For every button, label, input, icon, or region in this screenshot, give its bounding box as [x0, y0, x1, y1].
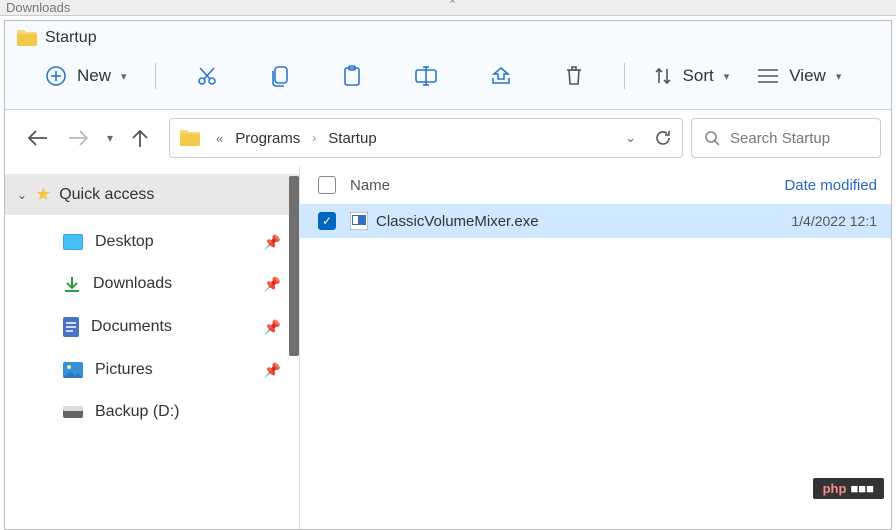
delete-button[interactable] — [554, 59, 594, 93]
file-checkbox[interactable]: ✓ — [318, 212, 336, 230]
sort-icon — [653, 66, 673, 86]
copy-icon — [270, 65, 290, 87]
plus-icon — [45, 65, 67, 87]
folder-icon — [17, 30, 37, 46]
share-icon — [490, 66, 512, 86]
sidebar: ⌄ ★ Quick access Desktop 📌 Downloads — [5, 166, 300, 529]
forward-button[interactable] — [67, 129, 89, 147]
document-icon — [63, 317, 79, 337]
pictures-icon — [63, 362, 83, 378]
scissors-icon — [196, 65, 218, 87]
sidebar-item-documents[interactable]: Documents 📌 — [5, 305, 299, 349]
column-name[interactable]: Name — [350, 177, 770, 194]
share-button[interactable] — [480, 60, 522, 92]
sort-button-label: Sort — [683, 66, 714, 86]
quick-access-label: Quick access — [59, 186, 154, 204]
copy-button[interactable] — [260, 59, 300, 93]
chevron-down-icon: ▾ — [724, 70, 730, 83]
pin-icon: 📌 — [264, 319, 281, 336]
sidebar-item-label: Desktop — [95, 233, 154, 251]
sidebar-item-backup[interactable]: Backup (D:) — [5, 391, 299, 433]
rename-button[interactable] — [404, 60, 448, 92]
watermark-rest: ■■■ — [850, 481, 874, 496]
desktop-icon — [63, 234, 83, 250]
recent-dropdown[interactable]: ▾ — [107, 131, 113, 145]
clipboard-icon — [342, 65, 362, 87]
pin-icon: 📌 — [264, 234, 281, 251]
breadcrumb[interactable]: « Programs › Startup ⌄ — [169, 118, 683, 158]
cut-button[interactable] — [186, 59, 228, 93]
breadcrumb-dropdown[interactable]: ⌄ — [625, 130, 636, 146]
star-icon: ★ — [35, 184, 51, 205]
scrollbar-thumb[interactable] — [289, 176, 299, 356]
sidebar-item-downloads[interactable]: Downloads 📌 — [5, 263, 299, 305]
nav-buttons: ▾ — [15, 128, 161, 148]
select-all-checkbox[interactable] — [318, 176, 336, 194]
quick-access-header[interactable]: ⌄ ★ Quick access — [5, 174, 299, 215]
chevron-down-icon: ⌄ — [17, 188, 27, 202]
rename-icon — [414, 66, 438, 86]
search-icon — [704, 130, 720, 146]
breadcrumb-segment[interactable]: Startup — [328, 130, 376, 147]
toolbar-separator — [624, 63, 625, 89]
pin-icon: 📌 — [264, 362, 281, 379]
chevron-down-icon: ▾ — [121, 70, 127, 83]
quick-access-list: Desktop 📌 Downloads 📌 Documents 📌 — [5, 215, 299, 433]
main-area: ⌄ ★ Quick access Desktop 📌 Downloads — [5, 166, 891, 529]
folder-icon — [180, 130, 200, 146]
sidebar-item-label: Downloads — [93, 275, 172, 293]
sidebar-item-desktop[interactable]: Desktop 📌 — [5, 221, 299, 263]
sidebar-item-label: Backup (D:) — [95, 403, 179, 421]
sort-button[interactable]: Sort ▾ — [643, 60, 740, 92]
file-row[interactable]: ✓ ClassicVolumeMixer.exe 1/4/2022 12:1 — [300, 204, 891, 238]
sidebar-item-pictures[interactable]: Pictures 📌 — [5, 349, 299, 391]
trash-icon — [564, 65, 584, 87]
back-button[interactable] — [27, 129, 49, 147]
drive-icon — [63, 406, 83, 418]
window-title: Startup — [45, 29, 97, 47]
file-name-text: ClassicVolumeMixer.exe — [376, 213, 539, 230]
view-icon — [757, 68, 779, 84]
view-button-label: View — [789, 66, 826, 86]
download-icon — [63, 275, 81, 293]
paste-button[interactable] — [332, 59, 372, 93]
nav-row: ▾ « Programs › Startup ⌄ Sea — [5, 110, 891, 166]
column-headers: Name Date modified — [300, 166, 891, 204]
watermark: php ■■■ — [813, 478, 884, 499]
chevron-right-icon: › — [312, 131, 316, 145]
exe-icon — [350, 212, 368, 230]
search-input[interactable]: Search Startup — [691, 118, 881, 158]
file-date-text: 1/4/2022 12:1 — [791, 213, 877, 229]
toolbar-separator — [155, 63, 156, 89]
file-explorer-window: Startup New ▾ — [4, 20, 892, 530]
watermark-php: php — [823, 481, 847, 496]
titlebar: Startup — [5, 21, 891, 51]
file-list-area: ⌃ Name Date modified ✓ ClassicVolumeMixe… — [300, 166, 891, 529]
pin-icon: 📌 — [264, 276, 281, 293]
double-chevron-icon[interactable]: « — [216, 131, 223, 146]
up-button[interactable] — [131, 128, 149, 148]
sidebar-item-label: Pictures — [95, 361, 153, 379]
refresh-button[interactable] — [654, 129, 672, 147]
chevron-down-icon: ▾ — [836, 70, 842, 83]
toolbar: New ▾ — [5, 51, 891, 110]
search-placeholder: Search Startup — [730, 130, 830, 147]
view-button[interactable]: View ▾ — [747, 60, 851, 92]
breadcrumb-segment[interactable]: Programs — [235, 130, 300, 147]
sidebar-item-label: Documents — [91, 318, 172, 336]
new-button[interactable]: New ▾ — [35, 59, 137, 93]
column-date[interactable]: Date modified — [784, 177, 877, 194]
new-button-label: New — [77, 66, 111, 86]
